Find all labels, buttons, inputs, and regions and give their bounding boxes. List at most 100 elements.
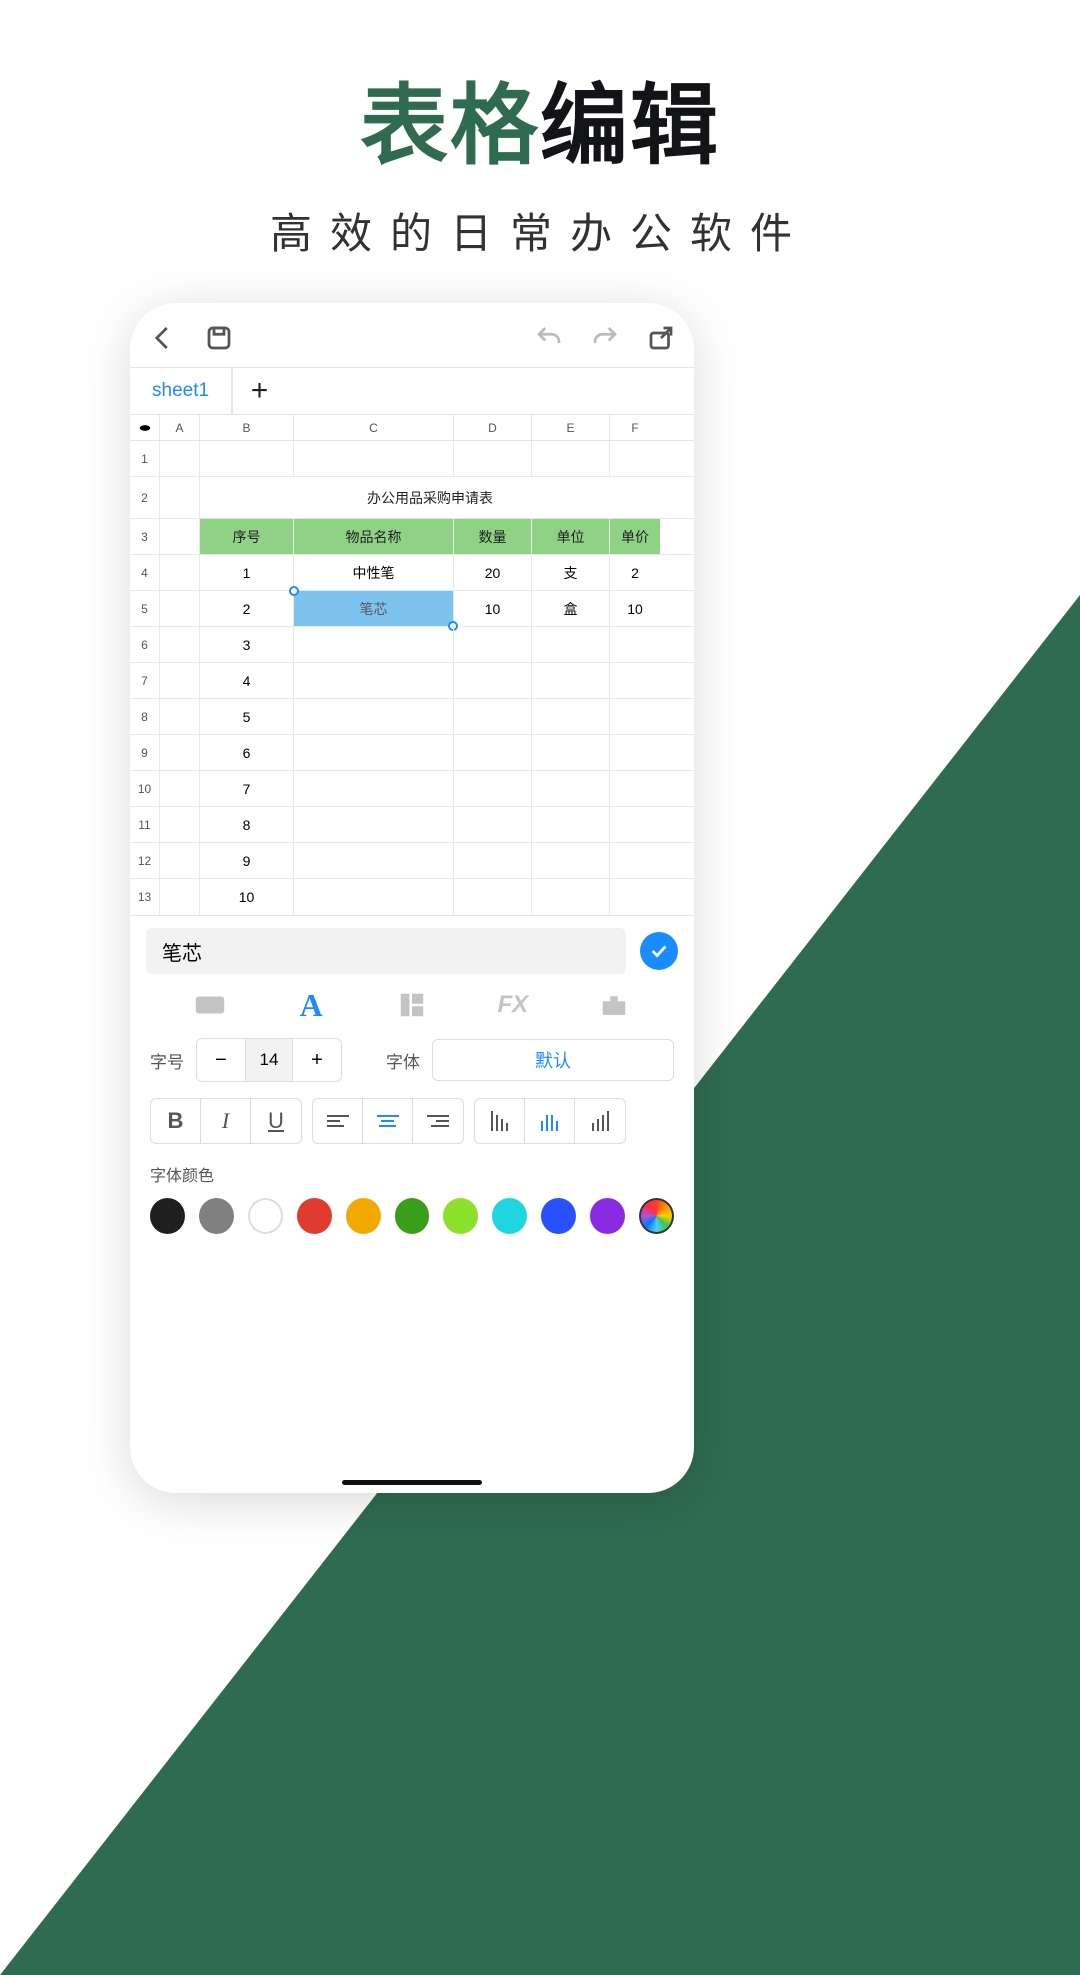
row-number[interactable]: 13 [130,879,160,915]
table-header-cell[interactable]: 数量 [454,519,532,554]
row-number[interactable]: 1 [130,441,160,476]
layout-mode-icon[interactable] [389,988,435,1022]
color-swatch[interactable] [297,1198,332,1234]
table-row[interactable]: 74 [130,663,694,699]
cell[interactable]: 9 [200,843,294,878]
row-number[interactable]: 8 [130,699,160,734]
custom-color-button[interactable] [639,1198,674,1234]
confirm-button[interactable] [640,932,678,970]
cell[interactable]: 2 [610,555,660,590]
table-row[interactable]: 1 [130,441,694,477]
col-header[interactable]: A [160,415,200,440]
h-align-group [312,1098,464,1144]
bold-button[interactable]: B [151,1099,201,1143]
color-swatch[interactable] [443,1198,478,1234]
cell[interactable]: 盒 [532,591,610,626]
table-row[interactable]: 13 10 [130,879,694,915]
cell[interactable]: 5 [200,699,294,734]
cell[interactable]: 支 [532,555,610,590]
color-swatch[interactable] [590,1198,625,1234]
table-row[interactable]: 11 8 [130,807,694,843]
v-align-top-button[interactable] [475,1099,525,1143]
cell[interactable]: 2 [200,591,294,626]
table-header-cell[interactable]: 物品名称 [294,519,454,554]
cell[interactable]: 6 [200,735,294,770]
table-row[interactable]: 10 7 [130,771,694,807]
cell-edit-input[interactable]: 笔芯 [146,928,626,974]
col-header[interactable]: F [610,415,660,440]
add-sheet-button[interactable]: + [232,368,286,414]
align-right-button[interactable] [413,1099,463,1143]
table-header-cell[interactable]: 单位 [532,519,610,554]
decrease-button[interactable]: − [197,1039,245,1081]
table-row[interactable]: 96 [130,735,694,771]
table-row[interactable]: 12 9 [130,843,694,879]
selected-cell[interactable]: 笔芯 [294,591,454,626]
table-row[interactable]: 4 1 中性笔 20 支 2 [130,555,694,591]
promo-title: 表格编辑 [0,55,1080,182]
redo-icon[interactable] [590,323,620,353]
col-header[interactable]: B [200,415,294,440]
spreadsheet-grid[interactable]: A B C D E F 1 2 办公用品采购申请表 3 序号 物品名称 数量 单… [130,415,694,916]
tools-mode-icon[interactable] [591,988,637,1022]
save-icon[interactable] [204,323,234,353]
align-left-button[interactable] [313,1099,363,1143]
cell[interactable]: 10 [610,591,660,626]
keyboard-mode-icon[interactable] [187,988,233,1022]
v-align-middle-button[interactable] [525,1099,575,1143]
v-align-bottom-button[interactable] [575,1099,625,1143]
row-number[interactable]: 4 [130,555,160,590]
formula-mode-icon[interactable]: FX [490,988,536,1022]
row-number[interactable]: 5 [130,591,160,626]
cell[interactable]: 3 [200,627,294,662]
cell[interactable]: 10 [454,591,532,626]
col-header[interactable]: D [454,415,532,440]
table-row[interactable]: 63 [130,627,694,663]
table-row[interactable]: 2 办公用品采购申请表 [130,477,694,519]
color-swatch[interactable] [346,1198,381,1234]
color-swatch[interactable] [150,1198,185,1234]
cell[interactable]: 中性笔 [294,555,454,590]
back-icon[interactable] [148,323,178,353]
cell[interactable]: 1 [200,555,294,590]
underline-button[interactable]: U [251,1099,301,1143]
row-number[interactable]: 10 [130,771,160,806]
font-family-select[interactable]: 默认 [432,1039,674,1081]
sheet-tab-active[interactable]: sheet1 [130,368,232,414]
col-header[interactable]: E [532,415,610,440]
selection-handle-icon[interactable] [289,586,299,596]
cell[interactable]: 4 [200,663,294,698]
row-number[interactable]: 11 [130,807,160,842]
table-header-cell[interactable]: 单价 [610,519,660,554]
align-center-button[interactable] [363,1099,413,1143]
table-title-cell[interactable]: 办公用品采购申请表 [200,477,660,518]
col-header[interactable]: C [294,415,454,440]
color-swatch[interactable] [541,1198,576,1234]
table-row[interactable]: 85 [130,699,694,735]
color-swatch[interactable] [199,1198,234,1234]
row-number[interactable]: 7 [130,663,160,698]
format-mode-icon[interactable]: A [288,988,334,1022]
row-number[interactable]: 3 [130,519,160,554]
share-icon[interactable] [646,323,676,353]
table-header-cell[interactable]: 序号 [200,519,294,554]
row-number[interactable]: 12 [130,843,160,878]
italic-button[interactable]: I [201,1099,251,1143]
row-number[interactable]: 6 [130,627,160,662]
color-swatch[interactable] [395,1198,430,1234]
v-align-group [474,1098,626,1144]
eye-icon[interactable] [130,415,160,440]
increase-button[interactable]: + [293,1039,341,1081]
row-number[interactable]: 9 [130,735,160,770]
table-row[interactable]: 3 序号 物品名称 数量 单位 单价 [130,519,694,555]
promo-subtitle: 高效的日常办公软件 [0,200,1080,261]
undo-icon[interactable] [534,323,564,353]
cell[interactable]: 7 [200,771,294,806]
cell[interactable]: 10 [200,879,294,915]
table-row[interactable]: 5 2 笔芯 10 盒 10 [130,591,694,627]
color-swatch[interactable] [248,1198,283,1234]
row-number[interactable]: 2 [130,477,160,518]
cell[interactable]: 20 [454,555,532,590]
cell[interactable]: 8 [200,807,294,842]
color-swatch[interactable] [492,1198,527,1234]
